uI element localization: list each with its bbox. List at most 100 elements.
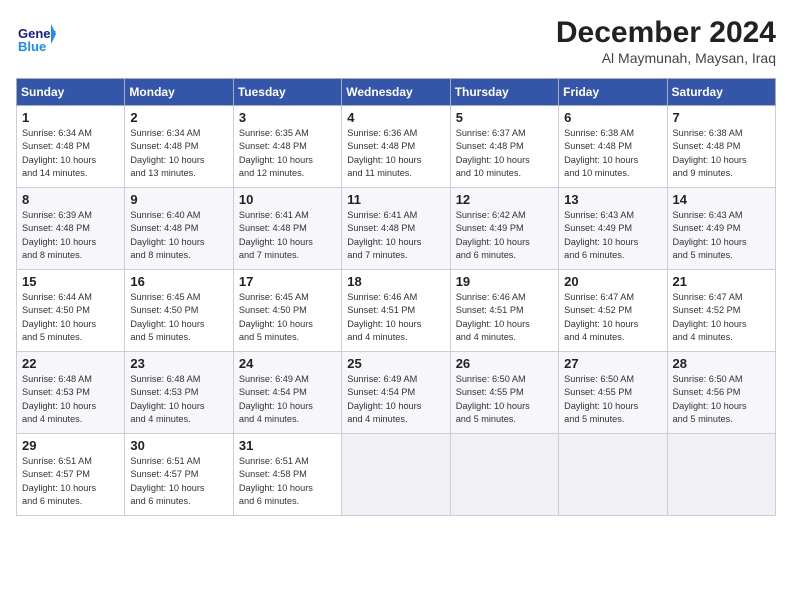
day-info: Sunrise: 6:51 AM Sunset: 4:58 PM Dayligh…	[239, 455, 336, 508]
calendar-cell: 8Sunrise: 6:39 AM Sunset: 4:48 PM Daylig…	[17, 188, 125, 270]
day-info: Sunrise: 6:43 AM Sunset: 4:49 PM Dayligh…	[673, 209, 770, 262]
day-info: Sunrise: 6:42 AM Sunset: 4:49 PM Dayligh…	[456, 209, 553, 262]
day-number: 28	[673, 356, 770, 371]
day-info: Sunrise: 6:47 AM Sunset: 4:52 PM Dayligh…	[564, 291, 661, 344]
svg-text:Blue: Blue	[18, 39, 46, 54]
day-info: Sunrise: 6:36 AM Sunset: 4:48 PM Dayligh…	[347, 127, 444, 180]
day-number: 6	[564, 110, 661, 125]
day-info: Sunrise: 6:38 AM Sunset: 4:48 PM Dayligh…	[564, 127, 661, 180]
day-number: 12	[456, 192, 553, 207]
calendar-cell: 5 Sunrise: 6:37 AM Sunset: 4:48 PM Daylig…	[450, 106, 558, 188]
day-info: Sunrise: 6:50 AM Sunset: 4:56 PM Dayligh…	[673, 373, 770, 426]
calendar-week-5: 29 Sunrise: 6:51 AM Sunset: 4:57 PM Dayli…	[17, 434, 776, 516]
col-saturday: Saturday	[667, 79, 775, 106]
day-number: 7	[673, 110, 770, 125]
day-number: 24	[239, 356, 336, 371]
calendar-cell: 21Sunrise: 6:47 AM Sunset: 4:52 PM Dayli…	[667, 270, 775, 352]
day-info: Sunrise: 6:37 AM Sunset: 4:48 PM Dayligh…	[456, 127, 553, 180]
day-info: Sunrise: 6:43 AM Sunset: 4:49 PM Dayligh…	[564, 209, 661, 262]
day-number: 26	[456, 356, 553, 371]
calendar-week-2: 8Sunrise: 6:39 AM Sunset: 4:48 PM Daylig…	[17, 188, 776, 270]
day-number: 20	[564, 274, 661, 289]
calendar-cell: 18Sunrise: 6:46 AM Sunset: 4:51 PM Dayli…	[342, 270, 450, 352]
day-number: 30	[130, 438, 227, 453]
calendar-cell: 19 Sunrise: 6:46 AM Sunset: 4:51 PM Dayli…	[450, 270, 558, 352]
day-number: 15	[22, 274, 119, 289]
day-info: Sunrise: 6:38 AM Sunset: 4:48 PM Dayligh…	[673, 127, 770, 180]
day-info: Sunrise: 6:45 AM Sunset: 4:50 PM Dayligh…	[239, 291, 336, 344]
day-number: 22	[22, 356, 119, 371]
day-number: 25	[347, 356, 444, 371]
col-friday: Friday	[559, 79, 667, 106]
day-info: Sunrise: 6:49 AM Sunset: 4:54 PM Dayligh…	[347, 373, 444, 426]
day-info: Sunrise: 6:39 AM Sunset: 4:48 PM Dayligh…	[22, 209, 119, 262]
calendar-cell: 15 Sunrise: 6:44 AM Sunset: 4:50 PM Dayli…	[17, 270, 125, 352]
col-sunday: Sunday	[17, 79, 125, 106]
calendar-cell: 16Sunrise: 6:45 AM Sunset: 4:50 PM Dayli…	[125, 270, 233, 352]
col-thursday: Thursday	[450, 79, 558, 106]
page-header: General Blue December 2024 Al Maymunah, …	[16, 16, 776, 66]
title-area: December 2024 Al Maymunah, Maysan, Iraq	[556, 16, 776, 66]
day-info: Sunrise: 6:48 AM Sunset: 4:53 PM Dayligh…	[22, 373, 119, 426]
calendar-cell	[342, 434, 450, 516]
calendar-cell: 23Sunrise: 6:48 AM Sunset: 4:53 PM Dayli…	[125, 352, 233, 434]
calendar-cell: 17 Sunrise: 6:45 AM Sunset: 4:50 PM Dayli…	[233, 270, 341, 352]
calendar-cell: 14 Sunrise: 6:43 AM Sunset: 4:49 PM Dayli…	[667, 188, 775, 270]
calendar-week-1: 1Sunrise: 6:34 AM Sunset: 4:48 PM Daylig…	[17, 106, 776, 188]
day-info: Sunrise: 6:41 AM Sunset: 4:48 PM Dayligh…	[239, 209, 336, 262]
day-number: 3	[239, 110, 336, 125]
day-number: 14	[673, 192, 770, 207]
calendar-cell: 25 Sunrise: 6:49 AM Sunset: 4:54 PM Dayli…	[342, 352, 450, 434]
calendar-cell: 11Sunrise: 6:41 AM Sunset: 4:48 PM Dayli…	[342, 188, 450, 270]
day-info: Sunrise: 6:34 AM Sunset: 4:48 PM Dayligh…	[130, 127, 227, 180]
calendar-week-4: 22 Sunrise: 6:48 AM Sunset: 4:53 PM Dayli…	[17, 352, 776, 434]
calendar-cell: 6 Sunrise: 6:38 AM Sunset: 4:48 PM Daylig…	[559, 106, 667, 188]
day-info: Sunrise: 6:51 AM Sunset: 4:57 PM Dayligh…	[130, 455, 227, 508]
month-title: December 2024	[556, 16, 776, 50]
location-subtitle: Al Maymunah, Maysan, Iraq	[556, 50, 776, 66]
calendar-cell: 22 Sunrise: 6:48 AM Sunset: 4:53 PM Dayli…	[17, 352, 125, 434]
calendar-cell: 3Sunrise: 6:35 AM Sunset: 4:48 PM Daylig…	[233, 106, 341, 188]
col-monday: Monday	[125, 79, 233, 106]
day-info: Sunrise: 6:48 AM Sunset: 4:53 PM Dayligh…	[130, 373, 227, 426]
logo-icon: General Blue	[16, 16, 56, 56]
calendar-cell	[667, 434, 775, 516]
day-info: Sunrise: 6:45 AM Sunset: 4:50 PM Dayligh…	[130, 291, 227, 344]
day-number: 17	[239, 274, 336, 289]
day-info: Sunrise: 6:44 AM Sunset: 4:50 PM Dayligh…	[22, 291, 119, 344]
day-info: Sunrise: 6:41 AM Sunset: 4:48 PM Dayligh…	[347, 209, 444, 262]
calendar-cell: 28 Sunrise: 6:50 AM Sunset: 4:56 PM Dayli…	[667, 352, 775, 434]
day-number: 18	[347, 274, 444, 289]
day-info: Sunrise: 6:34 AM Sunset: 4:48 PM Dayligh…	[22, 127, 119, 180]
calendar-table: Sunday Monday Tuesday Wednesday Thursday…	[16, 78, 776, 516]
day-number: 19	[456, 274, 553, 289]
calendar-cell: 27Sunrise: 6:50 AM Sunset: 4:55 PM Dayli…	[559, 352, 667, 434]
day-number: 13	[564, 192, 661, 207]
day-info: Sunrise: 6:51 AM Sunset: 4:57 PM Dayligh…	[22, 455, 119, 508]
calendar-cell: 26 Sunrise: 6:50 AM Sunset: 4:55 PM Dayli…	[450, 352, 558, 434]
calendar-cell: 1Sunrise: 6:34 AM Sunset: 4:48 PM Daylig…	[17, 106, 125, 188]
day-number: 31	[239, 438, 336, 453]
day-info: Sunrise: 6:46 AM Sunset: 4:51 PM Dayligh…	[456, 291, 553, 344]
calendar-cell: 29 Sunrise: 6:51 AM Sunset: 4:57 PM Dayli…	[17, 434, 125, 516]
header-row: Sunday Monday Tuesday Wednesday Thursday…	[17, 79, 776, 106]
day-info: Sunrise: 6:50 AM Sunset: 4:55 PM Dayligh…	[456, 373, 553, 426]
calendar-cell: 20 Sunrise: 6:47 AM Sunset: 4:52 PM Dayli…	[559, 270, 667, 352]
day-number: 5	[456, 110, 553, 125]
calendar-cell: 9 Sunrise: 6:40 AM Sunset: 4:48 PM Daylig…	[125, 188, 233, 270]
day-number: 9	[130, 192, 227, 207]
calendar-cell: 30 Sunrise: 6:51 AM Sunset: 4:57 PM Dayli…	[125, 434, 233, 516]
calendar-week-3: 15 Sunrise: 6:44 AM Sunset: 4:50 PM Dayli…	[17, 270, 776, 352]
calendar-cell: 24Sunrise: 6:49 AM Sunset: 4:54 PM Dayli…	[233, 352, 341, 434]
day-info: Sunrise: 6:50 AM Sunset: 4:55 PM Dayligh…	[564, 373, 661, 426]
calendar-cell: 10Sunrise: 6:41 AM Sunset: 4:48 PM Dayli…	[233, 188, 341, 270]
calendar-cell: 4Sunrise: 6:36 AM Sunset: 4:48 PM Daylig…	[342, 106, 450, 188]
calendar-cell: 2Sunrise: 6:34 AM Sunset: 4:48 PM Daylig…	[125, 106, 233, 188]
calendar-cell: 7 Sunrise: 6:38 AM Sunset: 4:48 PM Daylig…	[667, 106, 775, 188]
day-number: 29	[22, 438, 119, 453]
calendar-cell	[559, 434, 667, 516]
day-info: Sunrise: 6:40 AM Sunset: 4:48 PM Dayligh…	[130, 209, 227, 262]
calendar-cell: 13 Sunrise: 6:43 AM Sunset: 4:49 PM Dayli…	[559, 188, 667, 270]
logo: General Blue	[16, 16, 60, 56]
calendar-cell: 12 Sunrise: 6:42 AM Sunset: 4:49 PM Dayli…	[450, 188, 558, 270]
